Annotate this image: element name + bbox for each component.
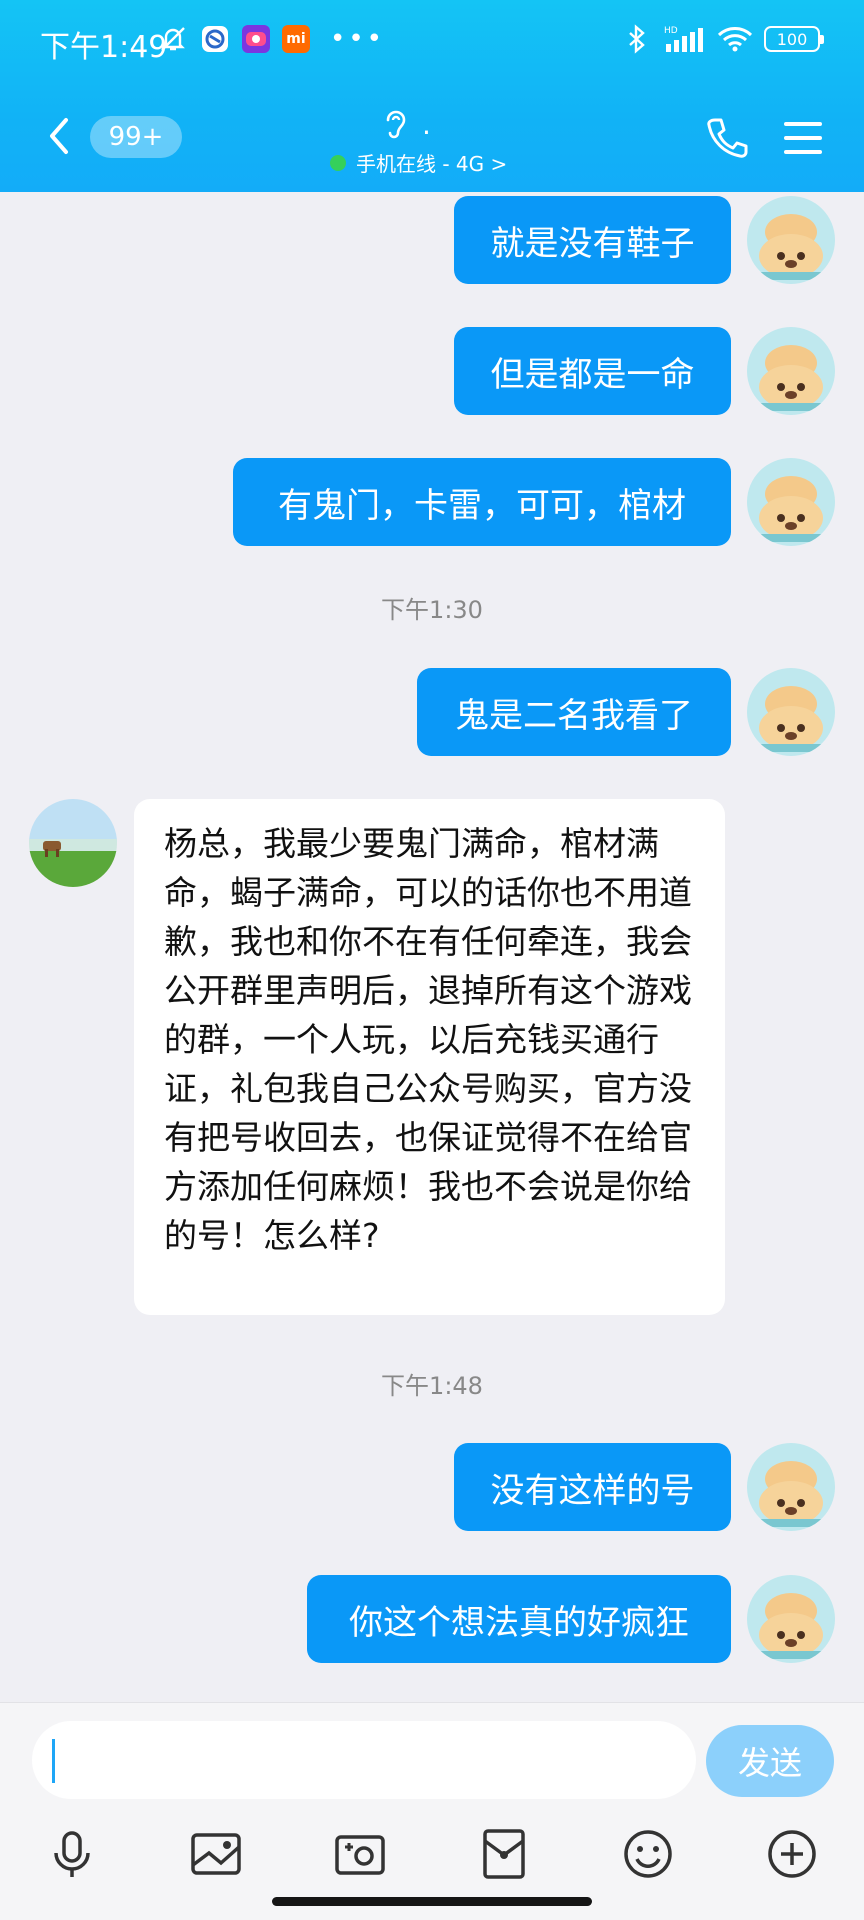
ear-icon: [386, 110, 406, 139]
hamburger-icon: [784, 122, 822, 154]
landscape-avatar-icon: [29, 799, 117, 887]
bear-avatar-icon: [747, 327, 835, 415]
my-avatar[interactable]: [747, 327, 835, 415]
my-avatar[interactable]: [747, 668, 835, 756]
status-bar: 下午1:49 mi ••• HD 100: [0, 0, 864, 84]
nav-bar: 99+ . 手机在线 - 4G >: [0, 84, 864, 192]
mi-store-icon: mi: [282, 25, 310, 53]
message-input[interactable]: [32, 1721, 696, 1799]
bluetooth-icon: [622, 24, 652, 54]
online-dot-icon: [330, 154, 346, 171]
back-button[interactable]: [42, 114, 78, 158]
message-timestamp: 下午1:48: [381, 1372, 483, 1400]
my-avatar[interactable]: [747, 1443, 835, 1531]
input-area: 发送: [0, 1702, 864, 1920]
message-timestamp: 下午1:30: [381, 596, 483, 624]
bear-avatar-icon: [747, 196, 835, 284]
message-bubble-outgoing[interactable]: 鬼是二名我看了: [417, 668, 731, 756]
camera-icon[interactable]: [333, 1827, 387, 1881]
bear-avatar-icon: [747, 458, 835, 546]
emoji-icon[interactable]: [621, 1827, 675, 1881]
image-icon[interactable]: [189, 1827, 243, 1881]
chat-screen: 下午1:49 mi ••• HD 100 99+ . 手机在线 - 4G > 就…: [0, 0, 864, 1920]
signal-icon: HD: [662, 24, 706, 54]
system-icons: HD 100: [622, 24, 824, 54]
chevron-left-icon: [50, 118, 68, 154]
call-button[interactable]: [702, 114, 750, 162]
phone-icon: [707, 118, 748, 158]
bear-avatar-icon: [747, 668, 835, 756]
battery-indicator: 100: [764, 26, 824, 52]
notification-icons: mi •••: [158, 24, 385, 54]
contact-title[interactable]: .: [380, 104, 490, 144]
header: 下午1:49 mi ••• HD 100 99+ . 手机在线 - 4G >: [0, 0, 864, 192]
menu-button[interactable]: [782, 118, 824, 158]
send-button[interactable]: 发送: [706, 1725, 834, 1797]
bell-muted-icon: [158, 24, 188, 54]
message-bubble-incoming[interactable]: 杨总，我最少要鬼门满命，棺材满命，蝎子满命，可以的话你也不用道歉，我也和你不在有…: [134, 799, 725, 1315]
input-toolbar: [0, 1819, 864, 1889]
wifi-icon: [716, 24, 754, 54]
message-list[interactable]: 就是没有鞋子 但是都是一命 有鬼门，卡雷，可可，棺材 下午1:30 鬼是二名我看…: [0, 192, 864, 1702]
message-bubble-outgoing[interactable]: 就是没有鞋子: [454, 196, 731, 284]
contact-name: .: [422, 107, 431, 141]
red-packet-icon[interactable]: [477, 1827, 531, 1881]
svg-text:HD: HD: [664, 26, 678, 36]
unread-count-badge[interactable]: 99+: [90, 116, 182, 158]
app-notification-icon: [242, 25, 270, 53]
text-cursor: [52, 1739, 55, 1783]
microphone-icon[interactable]: [45, 1827, 99, 1881]
app-notification-icon: [200, 24, 230, 54]
more-notifications-icon: •••: [330, 24, 386, 54]
message-bubble-outgoing[interactable]: 你这个想法真的好疯狂: [307, 1575, 731, 1663]
my-avatar[interactable]: [747, 196, 835, 284]
status-time: 下午1:49: [40, 30, 168, 65]
message-bubble-outgoing[interactable]: 有鬼门，卡雷，可可，棺材: [233, 458, 731, 546]
my-avatar[interactable]: [747, 1575, 835, 1663]
online-status-text: 手机在线 - 4G >: [356, 152, 508, 176]
my-avatar[interactable]: [747, 458, 835, 546]
bear-avatar-icon: [747, 1443, 835, 1531]
bear-avatar-icon: [747, 1575, 835, 1663]
online-status[interactable]: 手机在线 - 4G >: [330, 148, 507, 177]
message-bubble-outgoing[interactable]: 但是都是一命: [454, 327, 731, 415]
plus-icon[interactable]: [765, 1827, 819, 1881]
message-bubble-outgoing[interactable]: 没有这样的号: [454, 1443, 731, 1531]
home-indicator[interactable]: [272, 1897, 592, 1906]
contact-avatar[interactable]: [29, 799, 117, 887]
